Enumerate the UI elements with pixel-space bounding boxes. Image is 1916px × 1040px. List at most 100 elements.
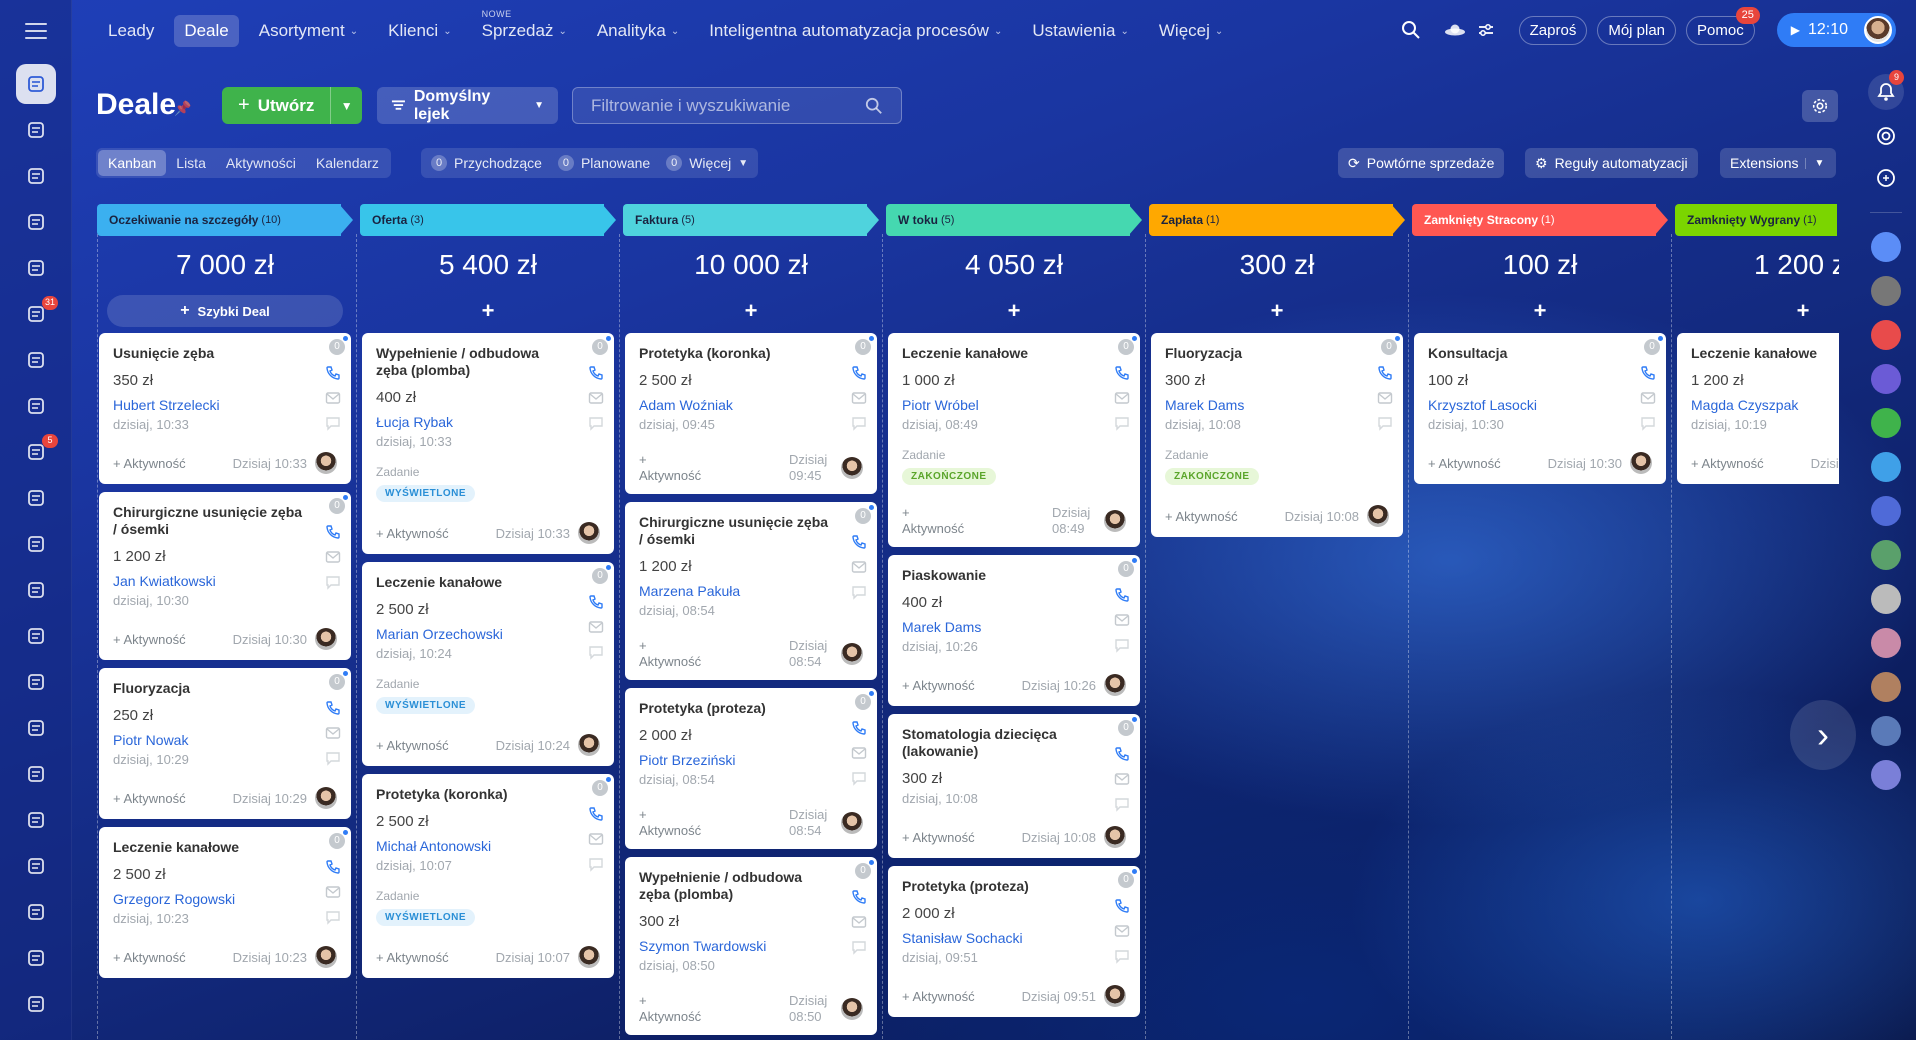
nav-item-8[interactable]: Więcej ⌄ [1149,15,1233,47]
deal-client-link[interactable]: Magda Czyszpak [1691,397,1839,413]
settings-button[interactable] [1802,90,1838,122]
inventory-icon[interactable] [16,156,56,196]
phone-icon[interactable] [1377,365,1393,381]
add-deal-button[interactable]: + [360,295,616,327]
copilot-icon[interactable] [1868,118,1904,154]
deal-client-link[interactable]: Łucja Rybak [376,414,600,430]
phone-icon[interactable] [851,889,867,905]
snowflake-icon[interactable] [1871,452,1901,482]
add-deal-button[interactable]: + [623,295,879,327]
deal-title[interactable]: Stomatologia dziecięca (lakowanie) [902,726,1126,760]
deal-client-link[interactable]: Piotr Wróbel [902,397,1126,413]
deal-title[interactable]: Piaskowanie [902,567,1126,584]
add-deal-button[interactable]: + [1412,295,1668,327]
deal-card[interactable]: 0 Protetyka (proteza) 2 000 zł Piotr Brzezi… [625,688,877,849]
deal-client-link[interactable]: Stanisław Sochacki [902,930,1126,946]
mail-icon[interactable] [16,708,56,748]
responsible-avatar[interactable] [1104,985,1126,1007]
phone-icon[interactable] [1640,365,1656,381]
mail-icon[interactable] [851,390,867,406]
contact-avatar[interactable] [1871,496,1901,526]
contact-card-icon[interactable] [16,616,56,656]
phone-icon[interactable] [1114,898,1130,914]
deal-title[interactable]: Protetyka (proteza) [902,878,1126,895]
responsible-avatar[interactable] [315,946,337,968]
deal-client-link[interactable]: Szymon Twardowski [639,938,863,954]
add-activity-link[interactable]: + Aktywność [902,678,975,693]
phone-icon[interactable] [588,594,604,610]
counter-0[interactable]: 0 Przychodzące [431,155,542,171]
responsible-avatar[interactable] [578,946,600,968]
deal-title[interactable]: Protetyka (koronka) [639,345,863,362]
invite-button[interactable]: Zaproś [1518,15,1588,45]
deal-card[interactable]: 0 Leczenie kanałowe 1 000 zł Piotr Wróbel dz… [888,333,1140,547]
phone-icon[interactable] [325,859,341,875]
nav-item-2[interactable]: Asortyment ⌄ [249,15,368,47]
automation-rules-button[interactable]: ⚙ Reguły automatyzacji [1525,148,1698,178]
responsible-avatar[interactable] [315,787,337,809]
phone-icon[interactable] [325,700,341,716]
bitrix-logo-icon[interactable] [16,984,56,1024]
deal-card[interactable]: 0 Protetyka (koronka) 2 500 zł Michał Anton… [362,774,614,978]
comment-icon[interactable] [1377,415,1393,431]
view-tab-3[interactable]: Kalendarz [306,150,389,176]
phone-icon[interactable] [588,806,604,822]
deal-client-link[interactable]: Marian Orzechowski [376,626,600,642]
add-activity-link[interactable]: + Aktywność [376,526,449,541]
team-icon[interactable] [16,754,56,794]
pin-icon[interactable]: 📌 [174,100,191,117]
phone-icon[interactable] [851,720,867,736]
deal-client-link[interactable]: Marzena Pakuła [639,583,863,599]
nav-item-4[interactable]: NOWE Sprzedaż ⌄ [472,9,577,47]
my-plan-button[interactable]: Mój plan [1597,15,1677,45]
crm-icon[interactable] [16,64,56,104]
stage-header[interactable]: Zapłata (1) [1149,204,1405,236]
deal-card[interactable]: 0 Stomatologia dziecięca (lakowanie) 300 z… [888,714,1140,858]
mail-icon[interactable] [1114,612,1130,628]
add-activity-link[interactable]: + Aktywność [1428,456,1501,471]
deal-title[interactable]: Chirurgiczne usunięcie zęba / ósemki [113,504,337,538]
contact-avatar[interactable] [1871,716,1901,746]
deal-client-link[interactable]: Piotr Nowak [113,732,337,748]
comment-icon[interactable] [325,909,341,925]
view-tab-1[interactable]: Lista [166,150,216,176]
scroll-right-arrow-icon[interactable]: › [1790,700,1856,770]
add-activity-link[interactable]: + Aktywność [639,993,709,1025]
stage-header[interactable]: Faktura (5) [623,204,879,236]
quick-deal-button[interactable]: + Szybki Deal [107,295,343,327]
mail-icon[interactable] [325,549,341,565]
comment-icon[interactable] [588,644,604,660]
add-deal-button[interactable]: + [886,295,1142,327]
chat-bubble-icon[interactable] [1871,232,1901,262]
comment-icon[interactable] [325,574,341,590]
chevron-down-icon[interactable]: ▼ [331,99,362,113]
add-activity-link[interactable]: + Aktywność [1691,456,1764,471]
add-activity-link[interactable]: + Aktywność [639,807,709,839]
stage-header[interactable]: Zamknięty Stracony (1) [1412,204,1668,236]
add-deal-button[interactable]: + [1675,295,1839,327]
add-activity-link[interactable]: + Aktywność [902,505,972,537]
responsible-avatar[interactable] [1630,452,1652,474]
deal-title[interactable]: Leczenie kanałowe [113,839,337,856]
nav-item-5[interactable]: Analityka ⌄ [587,15,689,47]
deal-title[interactable]: Wypełnienie / odbudowa zęba (plomba) [376,345,600,379]
user-avatar[interactable] [1864,16,1892,44]
responsible-avatar[interactable] [1104,674,1126,696]
comment-icon[interactable] [1114,796,1130,812]
phone-icon[interactable] [851,534,867,550]
responsible-avatar[interactable] [1367,505,1389,527]
automation-icon[interactable] [16,340,56,380]
deal-card[interactable]: 0 Piaskowanie 400 zł Marek Dams dzisiaj, 10:… [888,555,1140,706]
phone-icon[interactable] [325,524,341,540]
comment-icon[interactable] [588,856,604,872]
sites-icon[interactable] [16,478,56,518]
deal-client-link[interactable]: Adam Woźniak [639,397,863,413]
phone-icon[interactable] [1114,365,1130,381]
mail-icon[interactable] [588,831,604,847]
calendar-icon[interactable] [16,524,56,564]
box-icon[interactable] [16,938,56,978]
comment-icon[interactable] [1114,637,1130,653]
deal-client-link[interactable]: Piotr Brzeziński [639,752,863,768]
responsible-avatar[interactable] [1104,826,1126,848]
deal-title[interactable]: Konsultacja [1428,345,1652,362]
